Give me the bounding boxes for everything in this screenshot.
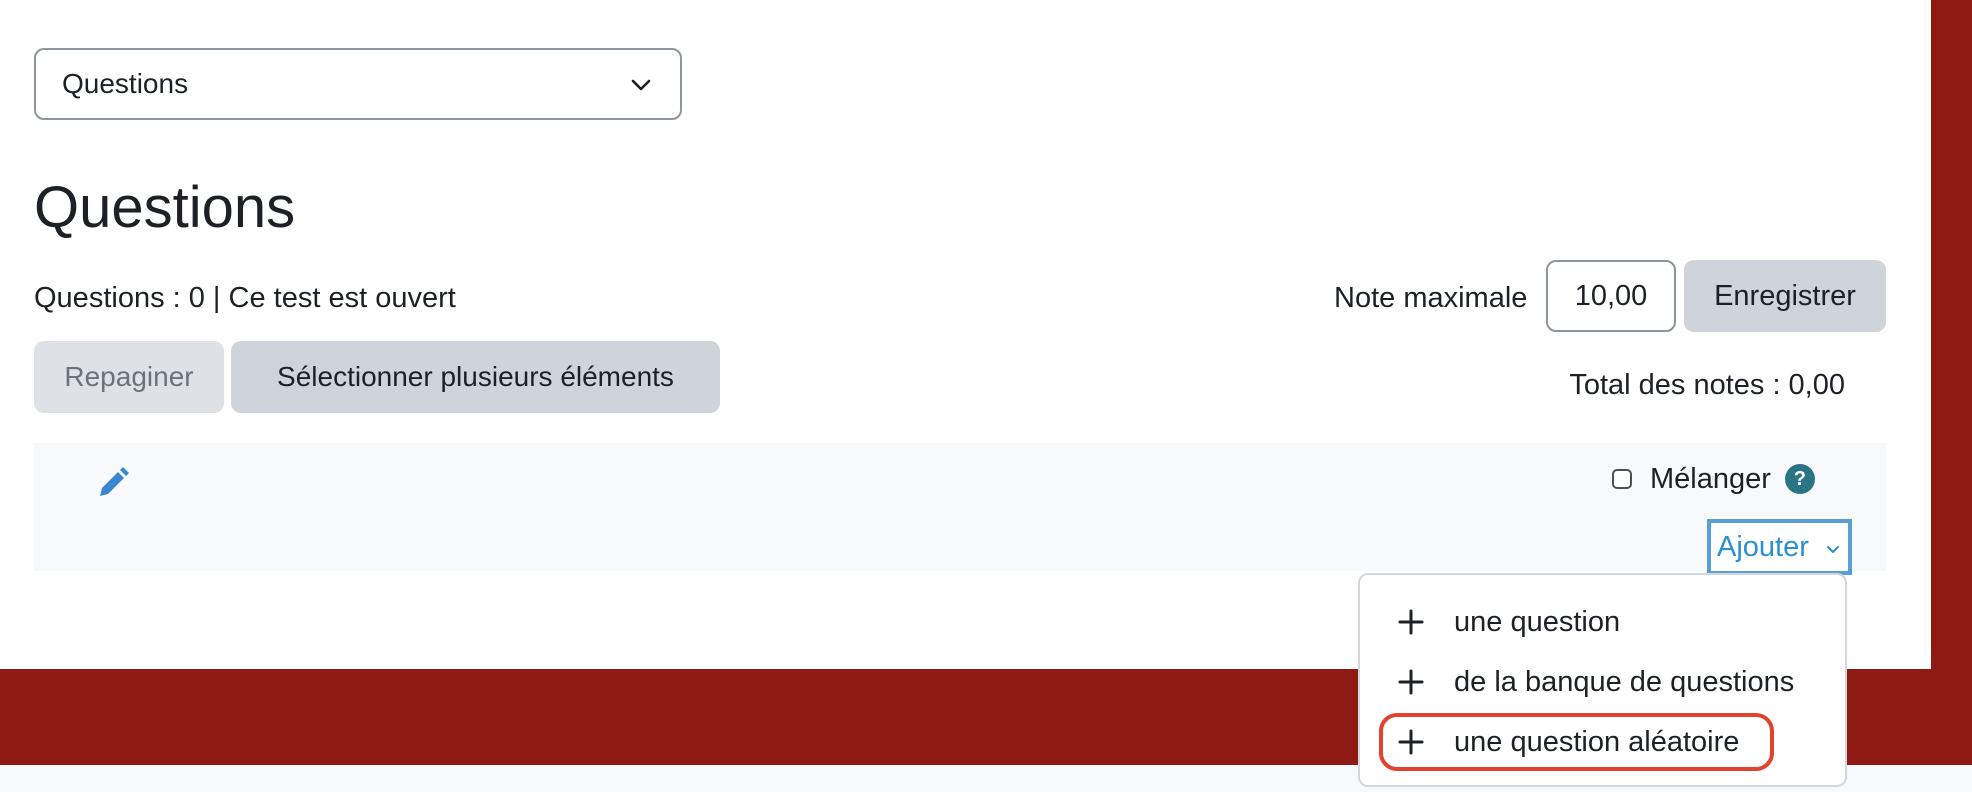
total-grades: Total des notes : 0,00 [1569, 369, 1845, 401]
shuffle-control: Mélanger ? [1612, 460, 1815, 498]
chevron-down-icon [631, 79, 651, 91]
select-multiple-button[interactable]: Sélectionner plusieurs éléments [231, 341, 720, 413]
chevron-down-icon [1827, 546, 1839, 553]
menu-item-label: une question aléatoire [1454, 726, 1740, 758]
help-icon[interactable]: ? [1784, 464, 1815, 494]
section-select-value: Questions [62, 68, 189, 99]
shuffle-label: Mélanger [1650, 463, 1771, 495]
menu-item-from-bank[interactable]: de la banque de questions [1360, 653, 1845, 711]
add-button-label: Ajouter [1717, 530, 1809, 563]
pencil-icon[interactable] [96, 466, 130, 500]
plus-icon [1398, 669, 1424, 695]
menu-item-random-question[interactable]: une question aléatoire [1360, 713, 1845, 771]
max-grade-label: Note maximale [1334, 282, 1528, 314]
menu-item-new-question[interactable]: une question [1360, 593, 1845, 651]
section-panel [34, 443, 1886, 571]
shuffle-checkbox[interactable] [1612, 469, 1632, 489]
main-content-card: Questions Questions Questions : 0 | Ce t… [0, 0, 1931, 669]
save-button[interactable]: Enregistrer [1684, 260, 1886, 332]
section-select[interactable]: Questions [34, 48, 682, 120]
repaginate-button[interactable]: Repaginer [34, 341, 224, 413]
max-grade-input[interactable] [1546, 260, 1676, 332]
plus-icon [1398, 729, 1424, 755]
plus-icon [1398, 609, 1424, 635]
add-menu: une question de la banque de questions u… [1358, 573, 1847, 787]
page-title: Questions [34, 175, 296, 240]
page-border [1931, 0, 1972, 669]
add-dropdown-button[interactable]: Ajouter [1707, 519, 1852, 575]
menu-item-label: une question [1454, 606, 1621, 638]
quiz-status-info: Questions : 0 | Ce test est ouvert [34, 282, 456, 314]
menu-item-label: de la banque de questions [1454, 666, 1795, 698]
